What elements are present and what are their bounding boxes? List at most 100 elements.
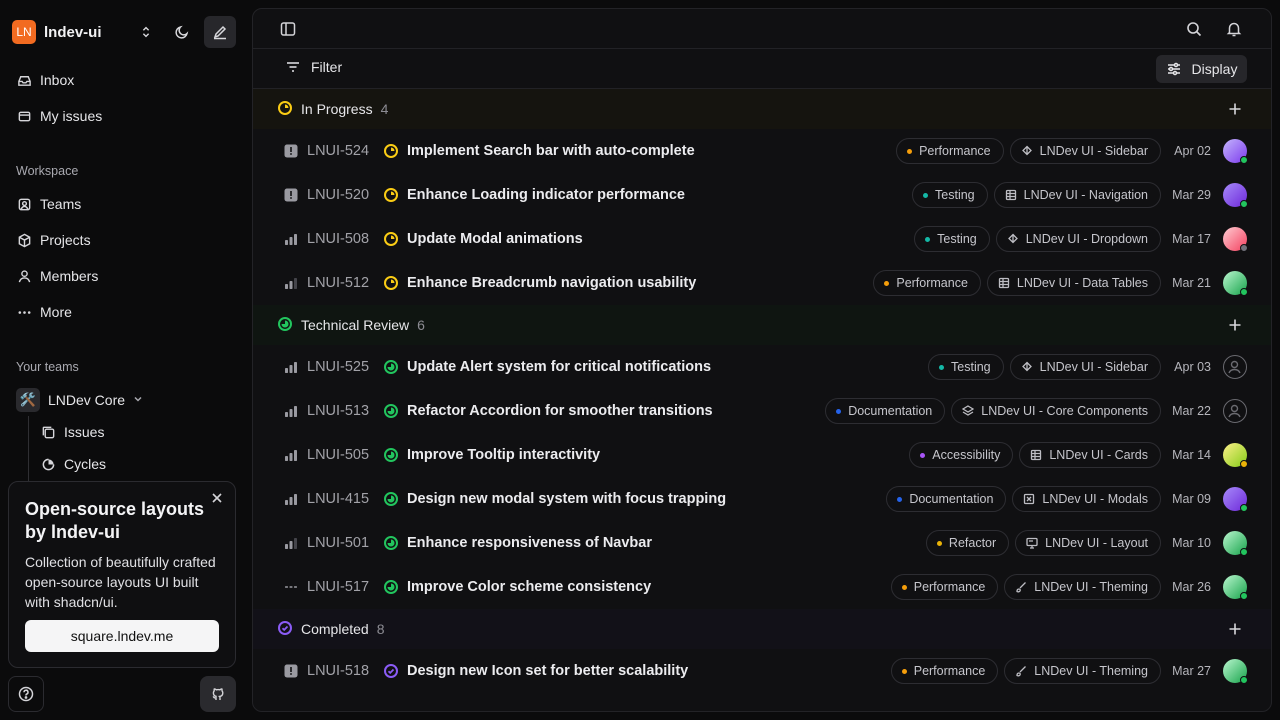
status-icon[interactable] [383, 403, 399, 419]
priority-high-icon[interactable] [283, 447, 299, 463]
issue-row[interactable]: LNUI-520 Enhance Loading indicator perfo… [253, 173, 1271, 217]
moon-icon[interactable] [168, 18, 196, 46]
project-text: LNDev UI - Sidebar [1039, 144, 1148, 158]
project-chip[interactable]: LNDev UI - Core Components [951, 398, 1161, 424]
chevron-down-icon[interactable] [133, 394, 143, 407]
issue-id: LNUI-415 [307, 491, 370, 507]
priority-high-icon[interactable] [283, 231, 299, 247]
sidebar-toggle-icon[interactable] [279, 20, 297, 41]
project-chip[interactable]: LNDev UI - Dropdown [995, 226, 1161, 252]
status-icon[interactable] [383, 491, 399, 507]
avatar[interactable] [1223, 271, 1248, 296]
priority-urgent-icon[interactable] [283, 663, 299, 679]
team-sub-cycles[interactable]: Cycles [40, 452, 106, 476]
label-chip[interactable]: Testing [914, 226, 990, 252]
issue-row[interactable]: LNUI-415 Design new modal system with fo… [253, 477, 1271, 521]
workspace-logo[interactable]: LN [12, 20, 36, 44]
bell-icon[interactable] [1225, 20, 1243, 41]
nav-more[interactable]: More [8, 296, 236, 328]
nav-projects[interactable]: Projects [8, 224, 236, 256]
project-chip[interactable]: LNDev UI - Modals [1012, 486, 1161, 512]
issue-row[interactable]: LNUI-513 Refactor Accordion for smoother… [253, 389, 1271, 433]
plus-icon[interactable] [1227, 317, 1243, 336]
label-chip[interactable]: Testing [928, 354, 1004, 380]
status-icon[interactable] [383, 187, 399, 203]
status-icon[interactable] [383, 231, 399, 247]
team-lndev-core[interactable]: 🛠️ LNDev Core [16, 388, 143, 412]
label-chip[interactable]: Performance [890, 658, 999, 684]
issue-row[interactable]: LNUI-525 Update Alert system for critica… [253, 345, 1271, 389]
avatar[interactable] [1223, 531, 1248, 556]
promo-link-button[interactable]: square.lndev.me [25, 620, 219, 652]
plus-icon[interactable] [1227, 101, 1243, 120]
chevron-up-down-icon[interactable] [132, 18, 160, 46]
avatar[interactable] [1223, 659, 1248, 684]
project-chip[interactable]: LNDev UI - Theming [1004, 658, 1161, 684]
group-header-in_progress[interactable]: In Progress 4 [253, 89, 1271, 129]
label-chip[interactable]: Performance [873, 270, 981, 296]
project-chip[interactable]: LNDev UI - Navigation [993, 182, 1161, 208]
priority-medium-icon[interactable] [283, 535, 299, 551]
status-icon[interactable] [383, 275, 399, 291]
avatar[interactable] [1223, 183, 1248, 208]
project-chip[interactable]: LNDev UI - Theming [1004, 574, 1161, 600]
status-icon[interactable] [383, 535, 399, 551]
avatar[interactable] [1223, 139, 1248, 164]
filter-button[interactable]: Filter [285, 59, 342, 75]
issue-title: Improve Tooltip interactivity [407, 447, 601, 463]
issue-row[interactable]: LNUI-518 Design new Icon set for better … [253, 649, 1271, 693]
avatar[interactable] [1223, 575, 1248, 600]
status-icon[interactable] [383, 579, 399, 595]
priority-medium-icon[interactable] [283, 275, 299, 291]
group-header-technical_review[interactable]: Technical Review 6 [253, 305, 1271, 345]
label-chip[interactable]: Performance [890, 574, 999, 600]
search-icon[interactable] [1185, 20, 1203, 41]
unassigned-avatar-icon[interactable] [1223, 399, 1247, 423]
edit-icon[interactable] [204, 16, 236, 48]
issue-row[interactable]: LNUI-508 Update Modal animations Testing… [253, 217, 1271, 261]
priority-high-icon[interactable] [283, 359, 299, 375]
help-button[interactable] [8, 676, 44, 712]
nav-teams[interactable]: Teams [8, 188, 236, 220]
plus-icon[interactable] [1227, 621, 1243, 640]
priority-none-icon[interactable] [283, 579, 299, 595]
project-chip[interactable]: LNDev UI - Data Tables [986, 270, 1161, 296]
priority-high-icon[interactable] [283, 403, 299, 419]
issue-row[interactable]: LNUI-517 Improve Color scheme consistenc… [253, 565, 1271, 609]
close-icon[interactable] [209, 492, 225, 508]
label-chip[interactable]: Refactor [925, 530, 1010, 556]
nav-my-issues[interactable]: My issues [8, 100, 236, 132]
status-icon[interactable] [383, 447, 399, 463]
avatar[interactable] [1223, 487, 1248, 512]
label-chip[interactable]: Performance [896, 138, 1004, 164]
label-chip[interactable]: Testing [912, 182, 988, 208]
label-chip[interactable]: Accessibility [909, 442, 1014, 468]
display-button[interactable]: Display [1156, 55, 1247, 83]
priority-high-icon[interactable] [283, 491, 299, 507]
project-chip[interactable]: LNDev UI - Sidebar [1009, 354, 1161, 380]
issue-row[interactable]: LNUI-512 Enhance Breadcrumb navigation u… [253, 261, 1271, 305]
project-chip[interactable]: LNDev UI - Layout [1015, 530, 1161, 556]
priority-urgent-icon[interactable] [283, 187, 299, 203]
nav-inbox[interactable]: Inbox [8, 64, 236, 96]
label-chip[interactable]: Documentation [825, 398, 946, 424]
issue-row[interactable]: LNUI-524 Implement Search bar with auto-… [253, 129, 1271, 173]
avatar[interactable] [1223, 227, 1248, 252]
priority-urgent-icon[interactable] [283, 143, 299, 159]
status-icon[interactable] [383, 143, 399, 159]
status-icon[interactable] [383, 663, 399, 679]
unassigned-avatar-icon[interactable] [1223, 355, 1247, 379]
workspace-name[interactable]: lndev-ui [44, 24, 102, 41]
label-chip[interactable]: Documentation [886, 486, 1007, 512]
github-button[interactable] [200, 676, 236, 712]
issue-row[interactable]: LNUI-501 Enhance responsiveness of Navba… [253, 521, 1271, 565]
avatar[interactable] [1223, 443, 1248, 468]
filter-label: Filter [311, 59, 343, 75]
issue-row[interactable]: LNUI-505 Improve Tooltip interactivity A… [253, 433, 1271, 477]
team-sub-issues[interactable]: Issues [40, 420, 104, 444]
project-chip[interactable]: LNDev UI - Cards [1019, 442, 1161, 468]
nav-members[interactable]: Members [8, 260, 236, 292]
project-chip[interactable]: LNDev UI - Sidebar [1009, 138, 1161, 164]
group-header-completed[interactable]: Completed 8 [253, 609, 1271, 649]
status-icon[interactable] [383, 359, 399, 375]
